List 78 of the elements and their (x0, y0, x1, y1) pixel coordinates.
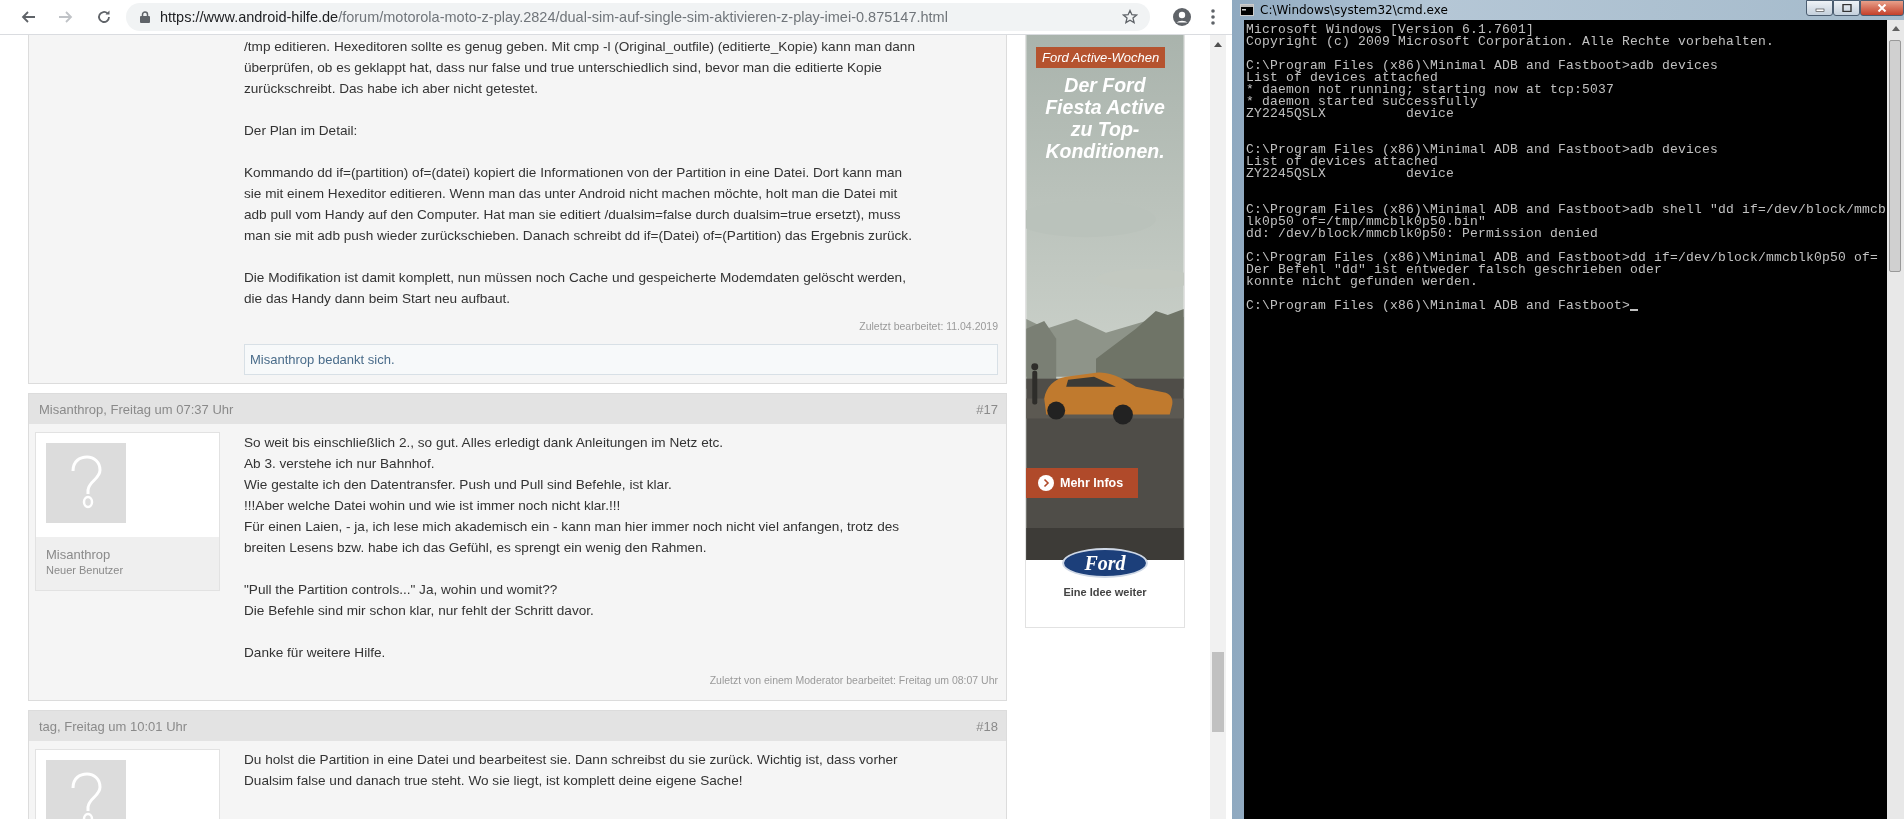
ad-tag: Ford Active-Wochen (1036, 47, 1166, 68)
edit-note: Zuletzt bearbeitet: 11.04.2019 (858, 320, 998, 332)
console-line: ZY2245QSLX device (1246, 108, 1455, 120)
console-line: Copyright (c) 2009 Microsoft Corporation. Alle Rechte vorbehalten. (1246, 36, 1775, 48)
scrollbar[interactable] (1210, 35, 1226, 819)
user-name[interactable]: Misanthrop (46, 547, 209, 562)
back-arrow-icon (20, 9, 36, 25)
console-line: List of devices attached (1246, 72, 1439, 84)
post-number[interactable]: #18 (976, 718, 998, 734)
post-text: zurückschreibt. Das habe ich aber nicht getestet. (244, 80, 539, 98)
ad-headline: zu Top- (1069, 118, 1141, 140)
console-app-icon (1240, 4, 1254, 16)
ad-headline: Der Ford (1063, 74, 1147, 96)
edit-note: Zuletzt von einem Moderator bearbeitet: Freitag um 08:07 Uhr (708, 674, 998, 686)
post-text: "Pull the Partition controls..." Ja, wohin und womit?? (244, 581, 559, 599)
lock-icon (140, 11, 150, 23)
account-icon[interactable] (1172, 7, 1192, 27)
console-line: C:\Program Files (x86)\Minimal ADB and Fastboot>dd if=/dev/block/mmcblk0p50 of= (1246, 252, 1879, 264)
close-button[interactable] (1860, 0, 1904, 16)
post-text: sie mit einem Hexeditor editieren. Wenn man das unter Android nicht machen möchte, holt man die Datei mit (244, 185, 899, 203)
scrollbar-thumb[interactable] (1889, 40, 1901, 272)
window-title: C:\Windows\system32\cmd.exe (1260, 3, 1449, 17)
minimize-button[interactable] (1806, 0, 1833, 16)
post-author-date: tag, Freitag um 10:01 Uhr (39, 718, 188, 734)
thanks-notice: Misanthrop bedankt sich. (244, 344, 998, 375)
post-number[interactable]: #17 (976, 401, 998, 417)
user-title: Neuer Benutzer (46, 564, 125, 576)
ad-headline: Konditionen. (1044, 140, 1166, 162)
scrollbar-thumb[interactable] (1212, 652, 1224, 732)
console-line: Der Befehl "dd" ist entweder falsch geschrieben oder (1246, 264, 1663, 276)
console-line: * daemon not running; starting now at tcp:5037 (1246, 84, 1615, 96)
post-author-date: Misanthrop, Freitag um 07:37 Uhr (39, 401, 234, 417)
console-line: C:\Program Files (x86)\Minimal ADB and Fastboot>adb devices (1246, 60, 1719, 72)
url-text: https://www.android-hilfe.de/forum/motorola-moto-z-play.2824/dual-sim-auf-single-sim-aktivieren-z-play-imei-0.875147.html (160, 9, 949, 25)
chevron-right-icon (1038, 475, 1054, 491)
post-text: So weit bis einschließlich 2., so gut. Alles erledigt dank Anleitungen im Netz etc. (244, 434, 725, 452)
console-line: C:\Program Files (x86)\Minimal ADB and Fastboot>adb shell "dd if=/dev/block/mmcb (1246, 204, 1887, 216)
close-icon (1877, 4, 1887, 12)
scroll-up-icon[interactable] (1214, 41, 1222, 47)
post-text: Danke für weitere Hilfe. (244, 644, 387, 662)
console-line: konnte nicht gefunden werden. (1246, 276, 1479, 288)
post-text: Dualsim false und danach true steht. Wo sie liegt, ist komplett deine eigene Sache! (244, 772, 744, 790)
menu-icon[interactable] (1210, 8, 1216, 26)
post-text: Die Modifikation ist damit komplett, nun müssen noch Cache und gespeicherte Modemdaten gelöscht werden, (244, 269, 907, 287)
post-text: Für einen Laien, - ja, ich lese mich akademisch ein - kann man hier immer noch nicht viel anfangen, trotz des (244, 518, 901, 536)
console-line: C:\Program Files (x86)\Minimal ADB and Fastboot> (1246, 300, 1631, 312)
post-text: die das Handy dann beim Start neu aufbaut. (244, 290, 511, 308)
console-line: Microsoft Windows [Version 6.1.7601] (1246, 24, 1535, 36)
scrollbar[interactable] (1887, 20, 1904, 819)
console-line: ZY2245QSLX device (1246, 168, 1455, 180)
post-text: /tmp editieren. Hexeditoren sollte es genug geben. Mit cmp -l (Original_outfile) (editierte_Kopie) kann man dann (244, 38, 916, 56)
reload-icon (96, 9, 112, 25)
post-text: !!!Aber welche Datei wohin und wie ist immer noch nicht klar.!!! (244, 497, 622, 515)
post-text: Die Befehle sind mir schon klar, nur fehlt der Schritt davor. (244, 602, 595, 620)
scroll-up-icon[interactable] (1891, 25, 1900, 31)
console-line: dd: /dev/block/mmcblk0p50: Permission denied (1246, 228, 1599, 240)
ad-headline: Fiesta Active (1044, 96, 1166, 118)
console-line: List of devices attached (1246, 156, 1439, 168)
post-text: überprüfen, ob es geklappt hat, dass nur false und true unterschiedlich sind, bevor man die editierte Kopie (244, 59, 883, 77)
ad-slogan: Eine Idee weiter (1063, 586, 1147, 598)
post-text: Kommando dd if=(partition) of=(datei) kopiert die Informationen von der Partition in eine Datei. Dort kann man (244, 164, 904, 182)
console-line: * daemon started successfully (1246, 96, 1479, 108)
console-line: lk0p50 of=/tmp/mmcblk0p50.bin" (1246, 216, 1487, 228)
address-bar[interactable]: https://www.android-hilfe.de/forum/motorola-moto-z-play.2824/dual-sim-auf-single-sim-aktivieren-z-play-imei-0.875147.html (126, 3, 1150, 31)
console-line: C:\Program Files (x86)\Minimal ADB and Fastboot>adb devices (1246, 144, 1719, 156)
post-text: Der Plan im Detail: (244, 122, 359, 140)
post-text: adb pull vom Handy auf den Computer. Hat man sie editiert /dualsim=false durch dualsim=true ersetzt), muss (244, 206, 902, 224)
more-info-button[interactable]: Mehr Infos (1026, 468, 1138, 498)
bookmark-star-icon[interactable] (1122, 9, 1138, 25)
post-text: Wie gestalte ich den Datentransfer. Push und Pull sind Befehle, ist klar. (244, 476, 673, 494)
maximize-button[interactable] (1833, 0, 1860, 16)
post-text: breiten Lesens bzw. habe ich das Gefühl, es sprengt ein wenig den Rahmen. (244, 539, 708, 557)
forward-arrow-icon (58, 9, 74, 25)
post-text: Du holst die Partition in eine Datei und bearbeitest sie. Dann schreibst du sie zurück. Wichtig ist, dass vorher (244, 751, 899, 769)
post-text: Ab 3. verstehe ich nur Bahnhof. (244, 455, 436, 473)
maximize-icon (1841, 4, 1852, 12)
post-text: man sie mit adb push wieder zurückschieben. Danach schreibt dd if=(Datei) of=(Partition) das Ergebnis zurück. (244, 227, 913, 245)
brand-logo: Ford (1062, 548, 1148, 578)
